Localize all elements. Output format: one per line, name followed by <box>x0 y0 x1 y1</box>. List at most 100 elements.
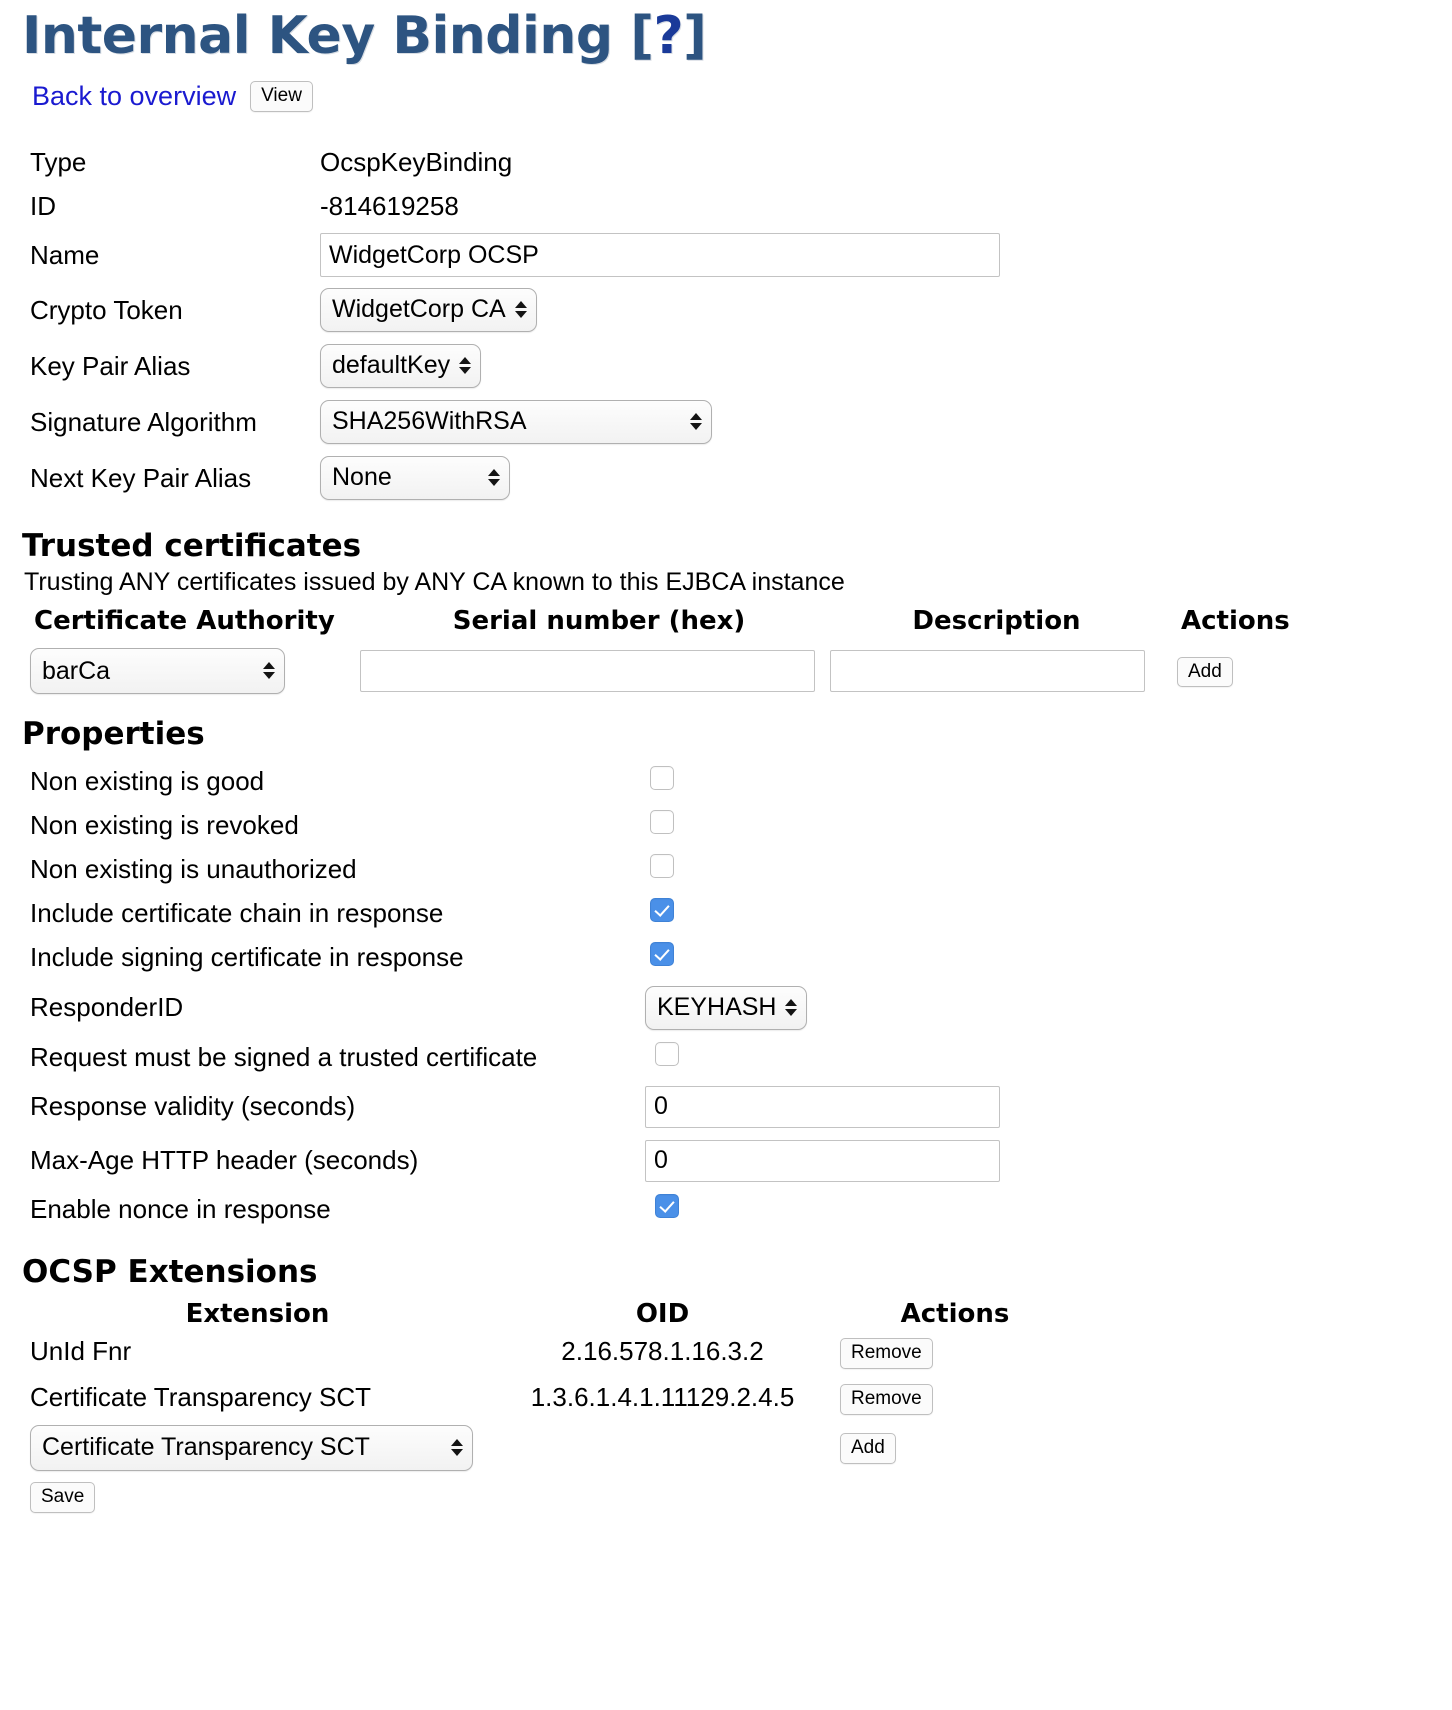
extension-name: UnId Fnr <box>30 1336 132 1367</box>
trusted-certificate-new-row: barCa Add <box>0 648 1452 695</box>
property-label: Include signing certificate in response <box>30 942 464 973</box>
property-row-include-certificate-chain: Include certificate chain in response <box>0 892 1452 936</box>
page-title: Internal Key Binding [?] <box>0 0 1452 65</box>
checkbox-request-must-be-signed[interactable] <box>655 1042 679 1067</box>
key-pair-alias-select-value: defaultKey <box>332 351 451 380</box>
id-value: -814619258 <box>320 190 459 221</box>
property-label: Request must be signed a trusted certifi… <box>30 1042 538 1073</box>
checkbox-include-certificate-chain[interactable] <box>650 898 674 923</box>
next-key-pair-alias-select[interactable]: None <box>320 456 510 501</box>
field-row-key-pair-alias: Key Pair Alias defaultKey <box>30 338 1452 394</box>
id-label: ID <box>30 190 56 221</box>
crypto-token-select[interactable]: WidgetCorp CA <box>320 288 537 333</box>
footer-actions: Save <box>0 1481 1452 1513</box>
type-label: Type <box>30 146 87 177</box>
trusted-certificates-subtitle: Trusting ANY certificates issued by ANY … <box>24 568 845 597</box>
property-row-responder-id: ResponderID KEYHASH <box>0 980 1452 1036</box>
save-button[interactable]: Save <box>30 1481 96 1513</box>
ocsp-extension-new-row: Certificate Transparency SCT Add <box>0 1424 1452 1471</box>
trusted-ca-select-value: barCa <box>42 656 111 685</box>
stepper-arrows-icon <box>488 469 500 487</box>
stepper-arrows-icon <box>459 357 472 375</box>
extension-name: Certificate Transparency SCT <box>30 1382 372 1413</box>
next-key-pair-alias-select-value: None <box>332 463 392 492</box>
ocsp-extension-select-value: Certificate Transparency SCT <box>42 1432 370 1461</box>
key-pair-alias-label: Key Pair Alias <box>30 350 191 381</box>
crypto-token-label: Crypto Token <box>30 294 183 325</box>
next-key-pair-alias-label: Next Key Pair Alias <box>30 462 252 493</box>
field-row-next-key-pair-alias: Next Key Pair Alias None <box>30 450 1452 506</box>
extension-oid: 1.3.6.1.4.1.11129.2.4.5 <box>530 1382 795 1413</box>
serial-number-input[interactable] <box>360 650 815 693</box>
property-row-include-signing-certificate: Include signing certificate in response <box>0 936 1452 980</box>
column-header-extension: Extension <box>185 1298 330 1329</box>
column-header-serial-number: Serial number (hex) <box>452 606 746 637</box>
add-trusted-certificate-button[interactable]: Add <box>1177 656 1233 688</box>
back-to-overview-link[interactable]: Back to overview <box>32 83 236 110</box>
property-row-request-must-be-signed: Request must be signed a trusted certifi… <box>0 1036 1452 1080</box>
checkbox-non-existing-is-good[interactable] <box>650 766 674 791</box>
property-label: Include certificate chain in response <box>30 898 444 929</box>
ocsp-extension-select[interactable]: Certificate Transparency SCT <box>30 1424 473 1471</box>
table-row: Certificate Transparency SCT 1.3.6.1.4.1… <box>0 1375 1452 1421</box>
stepper-arrows-icon <box>785 998 798 1016</box>
property-label: Non existing is good <box>30 766 265 797</box>
field-row-crypto-token: Crypto Token WidgetCorp CA <box>30 282 1452 338</box>
field-row-signature-algorithm: Signature Algorithm SHA256WithRSA <box>30 394 1452 450</box>
ocsp-extensions-table-header: Extension OID Actions <box>0 1299 1452 1329</box>
internal-key-binding-page: Internal Key Binding [?] Back to overvie… <box>0 0 1452 1710</box>
properties-list: Non existing is good Non existing is rev… <box>0 760 1452 1232</box>
extension-oid: 2.16.578.1.16.3.2 <box>561 1336 764 1367</box>
stepper-arrows-icon <box>451 1438 463 1456</box>
property-label: Response validity (seconds) <box>30 1091 356 1122</box>
response-validity-input[interactable] <box>645 1085 1000 1128</box>
properties-section: Properties Non existing is good Non exis… <box>0 716 1452 1231</box>
responder-id-select[interactable]: KEYHASH <box>645 985 808 1030</box>
property-label: Enable nonce in response <box>30 1194 331 1225</box>
property-row-max-age-http-header: Max-Age HTTP header (seconds) <box>0 1134 1452 1188</box>
signature-algorithm-select-value: SHA256WithRSA <box>332 407 527 436</box>
crypto-token-select-value: WidgetCorp CA <box>332 295 506 324</box>
property-label: Non existing is revoked <box>30 810 299 841</box>
description-input[interactable] <box>830 650 1145 693</box>
stepper-arrows-icon <box>514 301 527 319</box>
key-binding-details-form: Type OcspKeyBinding ID -814619258 Name C… <box>0 140 1452 506</box>
type-value: OcspKeyBinding <box>320 146 513 177</box>
add-ocsp-extension-button[interactable]: Add <box>840 1432 896 1464</box>
property-label: Max-Age HTTP header (seconds) <box>30 1145 419 1176</box>
property-row-enable-nonce: Enable nonce in response <box>0 1188 1452 1232</box>
property-label: ResponderID <box>30 992 184 1023</box>
property-row-non-existing-is-good: Non existing is good <box>0 760 1452 804</box>
column-header-certificate-authority: Certificate Authority <box>34 606 335 637</box>
stepper-arrows-icon <box>263 662 275 680</box>
trusted-certificates-section: Trusted certificates Trusting ANY certif… <box>0 528 1452 695</box>
trusted-ca-select[interactable]: barCa <box>30 648 285 695</box>
checkbox-include-signing-certificate[interactable] <box>650 942 674 967</box>
page-title-main: Internal Key Binding [ <box>22 6 654 66</box>
column-header-actions: Actions <box>900 1298 1010 1329</box>
properties-heading: Properties <box>22 716 205 753</box>
max-age-http-header-input[interactable] <box>645 1139 1000 1182</box>
ocsp-extensions-heading: OCSP Extensions <box>22 1253 318 1290</box>
signature-algorithm-select[interactable]: SHA256WithRSA <box>320 400 712 445</box>
key-pair-alias-select[interactable]: defaultKey <box>320 344 482 389</box>
field-row-id: ID -814619258 <box>30 184 1452 228</box>
signature-algorithm-label: Signature Algorithm <box>30 406 257 437</box>
view-button[interactable]: View <box>250 81 313 113</box>
stepper-arrows-icon <box>690 413 702 431</box>
name-input[interactable] <box>320 233 1000 278</box>
trusted-certificates-heading: Trusted certificates <box>22 528 362 565</box>
remove-extension-button[interactable]: Remove <box>840 1338 933 1370</box>
remove-extension-button[interactable]: Remove <box>840 1384 933 1416</box>
field-row-name: Name <box>30 228 1452 282</box>
field-row-type: Type OcspKeyBinding <box>30 140 1452 184</box>
checkbox-non-existing-is-revoked[interactable] <box>650 810 674 835</box>
page-title-close: ] <box>683 6 707 66</box>
checkbox-non-existing-is-unauthorized[interactable] <box>650 854 674 879</box>
property-label: Non existing is unauthorized <box>30 854 357 885</box>
property-row-response-validity: Response validity (seconds) <box>0 1080 1452 1134</box>
breadcrumb: Back to overview View <box>0 65 1452 113</box>
checkbox-enable-nonce[interactable] <box>655 1194 679 1219</box>
responder-id-select-value: KEYHASH <box>657 992 777 1021</box>
table-row: UnId Fnr 2.16.578.1.16.3.2 Remove <box>0 1329 1452 1375</box>
